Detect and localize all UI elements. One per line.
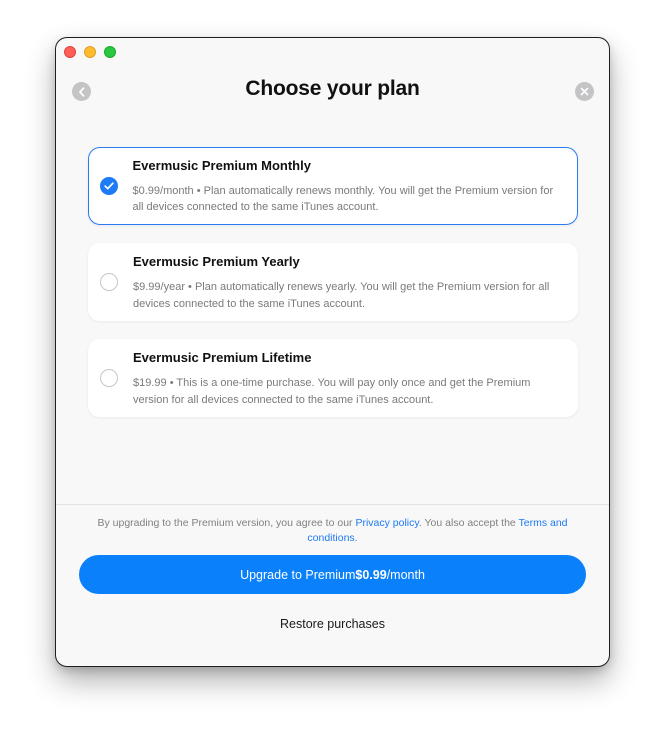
page-title: Choose your plan xyxy=(245,77,420,100)
restore-purchases-button[interactable]: Restore purchases xyxy=(56,617,609,631)
upgrade-price: $0.99 xyxy=(355,567,387,582)
plan-option-lifetime[interactable]: Evermusic Premium Lifetime $19.99 • This… xyxy=(88,339,578,417)
plan-dialog-window: Choose your plan Evermusic Premium Month… xyxy=(56,38,609,666)
checkmark-icon xyxy=(103,181,114,189)
legal-suffix: . xyxy=(354,532,358,544)
close-window-button[interactable] xyxy=(64,46,76,58)
plan-name: Evermusic Premium Yearly xyxy=(133,254,300,269)
footer-divider xyxy=(56,504,609,505)
plan-name: Evermusic Premium Lifetime xyxy=(133,350,312,365)
plan-description: $19.99 • This is a one-time purchase. Yo… xyxy=(133,377,531,406)
radio-unselected-icon[interactable] xyxy=(100,273,118,291)
legal-prefix: By upgrading to the Premium version, you… xyxy=(97,517,356,529)
zoom-window-button[interactable] xyxy=(104,46,116,58)
plan-list: Evermusic Premium Monthly $0.99/month • … xyxy=(88,147,578,435)
plan-description: $9.99/year • Plan automatically renews y… xyxy=(133,281,550,310)
plan-name: Evermusic Premium Monthly xyxy=(132,157,311,173)
upgrade-button[interactable]: Upgrade to Premium $0.99/month xyxy=(79,555,586,594)
legal-notice: By upgrading to the Premium version, you… xyxy=(82,516,583,546)
close-button[interactable] xyxy=(575,82,594,101)
plan-option-monthly[interactable]: Evermusic Premium Monthly $0.99/month • … xyxy=(88,147,578,225)
privacy-policy-link[interactable]: Privacy policy xyxy=(355,517,418,529)
radio-unselected-icon[interactable] xyxy=(100,369,118,387)
upgrade-period: /month xyxy=(386,567,425,582)
close-icon xyxy=(580,87,589,96)
plan-description: $0.99/month • Plan automatically renews … xyxy=(132,184,554,214)
plan-option-yearly[interactable]: Evermusic Premium Yearly $9.99/year • Pl… xyxy=(88,243,578,321)
upgrade-prefix: Upgrade to Premium xyxy=(240,567,356,582)
legal-middle: . You also accept the xyxy=(418,517,519,529)
minimize-window-button[interactable] xyxy=(84,46,96,58)
radio-selected-icon[interactable] xyxy=(99,176,118,195)
window-controls xyxy=(64,46,116,58)
